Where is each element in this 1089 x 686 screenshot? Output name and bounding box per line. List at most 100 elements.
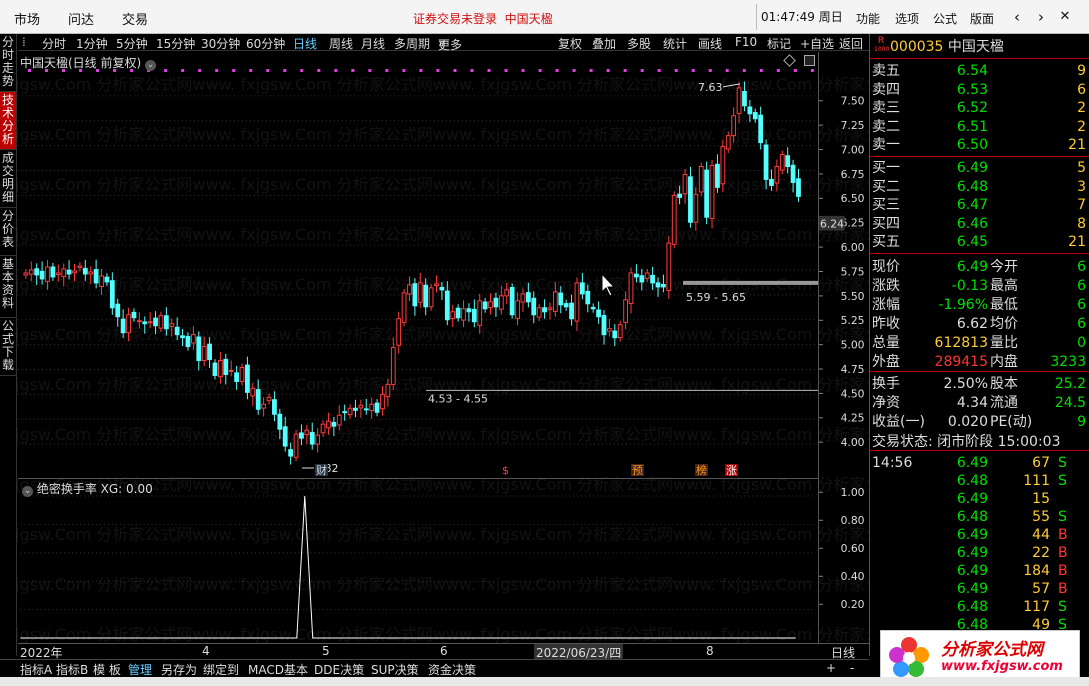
quote-row: 外盘 289415 内盘 3233 xyxy=(872,353,1086,371)
candle-body xyxy=(104,276,110,283)
tab-60min[interactable]: 60分钟 xyxy=(246,35,285,52)
quote-label-2: 流通 xyxy=(990,395,1018,411)
signal-dot xyxy=(504,69,508,72)
quote-label-2: 均价 xyxy=(990,316,1018,332)
side-tab-formula-download[interactable]: 公式下载 xyxy=(0,318,16,376)
tool-back[interactable]: 返回 xyxy=(839,35,863,52)
candle-body xyxy=(412,283,418,307)
btab-capital[interactable]: 资金决策 xyxy=(428,661,476,678)
tab-5min[interactable]: 5分钟 xyxy=(116,35,148,52)
stock-name: 中国天楹 xyxy=(947,39,1004,55)
menu-trade[interactable]: 交易 xyxy=(122,9,148,28)
quote-row: 净资 4.34 流通 24.5 xyxy=(872,394,1086,412)
ask-price: 6.52 xyxy=(956,100,988,116)
candle-body xyxy=(650,274,656,284)
signal-dot xyxy=(453,69,457,72)
menu-market[interactable]: 市场 xyxy=(14,9,40,28)
ask-row: 卖四 6.53 6 xyxy=(872,81,1086,99)
signal-dot xyxy=(606,69,610,72)
price-tick-label: 6.00 xyxy=(841,241,865,254)
menu-formula[interactable]: 公式 xyxy=(933,10,957,27)
side-tab-deals[interactable]: 成交明细 xyxy=(0,150,16,208)
menu-options[interactable]: 选项 xyxy=(895,10,919,27)
menu-wenda[interactable]: 问达 xyxy=(68,9,94,28)
tool-draw-line[interactable]: 画线 xyxy=(698,35,722,52)
forward-arrow-icon[interactable]: › xyxy=(1030,6,1052,28)
mouse-cursor-icon xyxy=(601,272,616,297)
tab-30min[interactable]: 30分钟 xyxy=(201,35,240,52)
btab-macd[interactable]: MACD基本 xyxy=(248,661,308,678)
candlestick-chart[interactable]: 4.53 - 4.555.59 - 5.657.633.82财$预榜涨 xyxy=(18,52,818,476)
chevron-down-icon[interactable]: ⌄ xyxy=(22,486,33,497)
bid-price: 6.48 xyxy=(956,178,988,195)
candle-body xyxy=(758,114,764,144)
tick-price: 6.49 xyxy=(956,563,988,579)
ask-volume: 21 xyxy=(1068,137,1086,153)
tab-1min[interactable]: 1分钟 xyxy=(76,35,108,52)
quote-row: 涨跌 -0.13 最高 6 xyxy=(872,277,1086,295)
zoom-out-icon[interactable]: - xyxy=(850,661,854,675)
window-toggle-icon[interactable] xyxy=(804,55,815,66)
candle-body xyxy=(466,308,472,313)
ask-row: 卖二 6.51 2 xyxy=(872,118,1086,136)
bid-label: 买四 xyxy=(872,215,900,232)
btab-save-as[interactable]: 另存为 xyxy=(161,661,197,678)
menu-function[interactable]: 功能 xyxy=(856,10,880,27)
side-tab-timeline[interactable]: 分时走势 xyxy=(0,34,16,92)
tool-mark[interactable]: 标记 xyxy=(767,35,791,52)
candle-body xyxy=(742,90,747,107)
tab-15min[interactable]: 15分钟 xyxy=(156,35,195,52)
candle-body xyxy=(196,336,202,362)
menu-layout[interactable]: 版面 xyxy=(970,10,994,27)
back-arrow-icon[interactable]: ‹ xyxy=(1006,6,1028,28)
tool-f10[interactable]: F10 xyxy=(735,35,757,49)
grid-icon[interactable]: ⁞ xyxy=(22,35,26,49)
btab-indicator-a[interactable]: 指标A xyxy=(20,661,52,678)
tool-add-watchlist[interactable]: +自选 xyxy=(800,35,834,52)
btab-indicator-b[interactable]: 指标B xyxy=(56,661,88,678)
ask-label: 卖一 xyxy=(872,137,900,153)
tab-fenshi[interactable]: 分时 xyxy=(42,35,66,52)
signal-dot xyxy=(759,69,763,72)
tool-overlay[interactable]: 叠加 xyxy=(592,35,616,52)
ask-label: 卖三 xyxy=(872,100,900,116)
candle-body xyxy=(336,414,342,426)
ask-row: 卖一 6.50 21 xyxy=(872,136,1086,154)
btab-bind[interactable]: 绑定到 xyxy=(203,661,239,678)
ask-price: 6.54 xyxy=(956,63,988,79)
tool-multi-stock[interactable]: 多股 xyxy=(627,35,651,52)
side-tab-technical[interactable]: 技术分析 xyxy=(0,92,16,150)
candle-body xyxy=(774,165,780,184)
btab-dde[interactable]: DDE决策 xyxy=(314,661,364,678)
tool-statistics[interactable]: 统计 xyxy=(663,35,687,52)
close-icon[interactable]: ✕ xyxy=(1054,6,1076,28)
btab-template[interactable]: 模 板 xyxy=(93,661,121,678)
price-tick-label: 7.50 xyxy=(841,95,865,108)
tool-restore-rights[interactable]: 复权 xyxy=(558,35,582,52)
quote-value: 289415 xyxy=(934,354,988,370)
event-tag: 榜 xyxy=(696,463,707,476)
chevron-down-icon[interactable]: ⌄ xyxy=(145,60,157,71)
tab-weekly[interactable]: 周线 xyxy=(329,35,353,52)
btab-manage[interactable]: 管理 xyxy=(128,661,152,678)
tick-side: S xyxy=(1058,599,1067,615)
signal-dot xyxy=(555,69,559,72)
candle-body xyxy=(358,404,364,409)
tick-price: 6.48 xyxy=(956,473,988,489)
tab-monthly[interactable]: 月线 xyxy=(361,35,385,52)
tab-daily[interactable]: 日线 xyxy=(293,35,317,52)
signal-dot xyxy=(402,69,406,72)
tab-multi-period[interactable]: 多周期 xyxy=(394,35,430,52)
candle-body xyxy=(163,315,169,330)
indicator-chart[interactable] xyxy=(18,478,818,643)
notice-stock-name: 中国天楹 xyxy=(504,12,553,26)
side-tab-price-table[interactable]: 分价表 xyxy=(0,208,16,256)
side-tab-profile[interactable]: 基本资料 xyxy=(0,256,16,318)
quote-value-2: 25.2 xyxy=(1054,376,1086,392)
quote-label: 换手 xyxy=(872,376,900,392)
btab-sup[interactable]: SUP决策 xyxy=(371,661,419,678)
tick-row: 14:56 6.49 67 S xyxy=(872,454,1086,472)
zoom-in-icon[interactable]: + xyxy=(826,661,836,675)
tick-row: 6.48 117 S xyxy=(872,598,1086,616)
x-label-month-6: 6 xyxy=(440,644,448,658)
